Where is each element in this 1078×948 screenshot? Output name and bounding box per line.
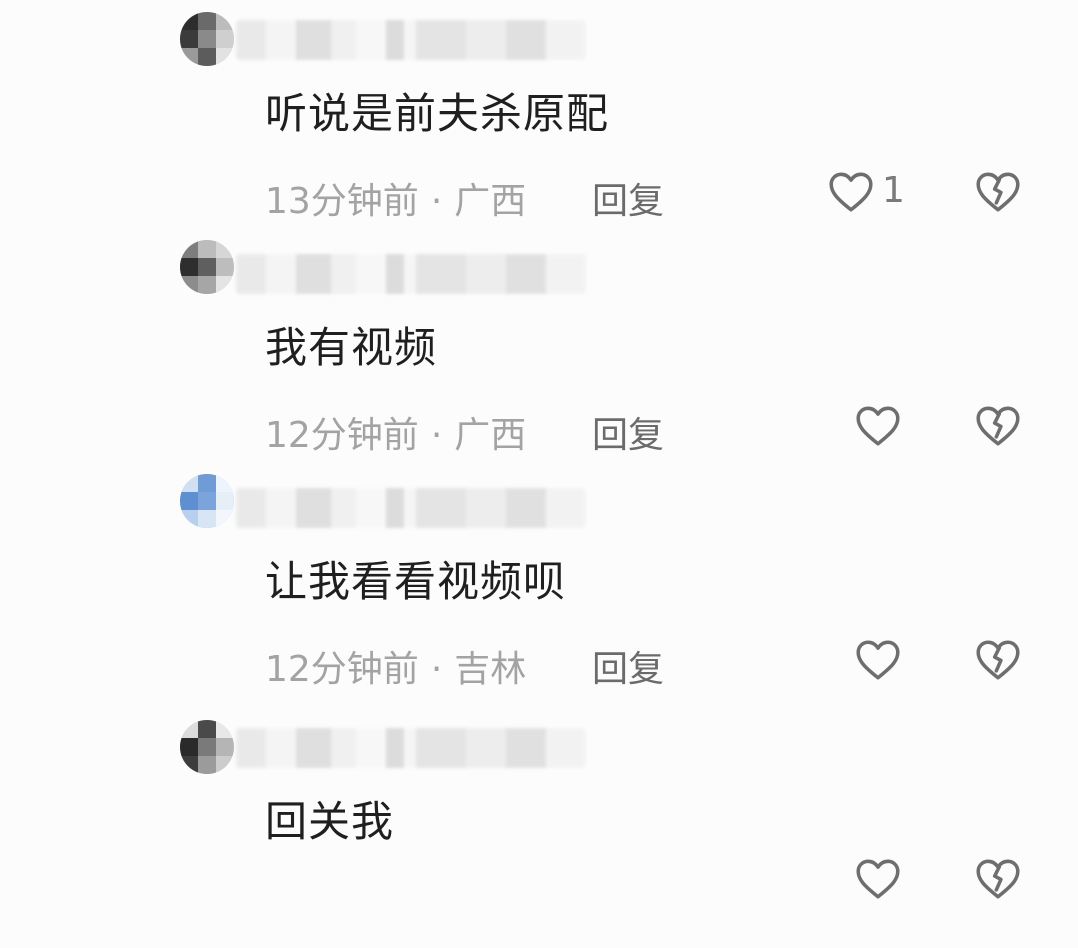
comment-meta: 12分钟前 · 吉林 — [265, 640, 526, 692]
reply-button[interactable]: 回复 — [592, 640, 664, 692]
dislike-button[interactable] — [973, 635, 1023, 685]
separator-dot: · — [430, 181, 443, 222]
heart-outline-icon — [829, 172, 873, 212]
comment-location: 广西 — [454, 415, 527, 456]
dislike-button[interactable] — [973, 854, 1023, 904]
comment-item: 回关我 — [0, 714, 1078, 948]
username-blurred[interactable] — [236, 254, 586, 294]
like-button[interactable] — [826, 167, 876, 217]
comment-item: 让我看看视频呗 12分钟前 · 吉林 回复 — [0, 474, 1078, 714]
comment-location: 吉林 — [454, 649, 527, 690]
comment-text: 让我看看视频呗 — [265, 557, 567, 606]
dislike-button[interactable] — [973, 401, 1023, 451]
comment-text: 回关我 — [265, 797, 395, 846]
comment-time: 13分钟前 — [265, 181, 419, 222]
username-blurred[interactable] — [236, 728, 586, 768]
like-count: 1 — [882, 170, 905, 211]
heart-outline-icon — [856, 406, 900, 446]
like-button[interactable] — [853, 854, 903, 904]
username-blurred[interactable] — [236, 488, 586, 528]
comment-meta: 12分钟前 · 广西 — [265, 406, 526, 458]
heart-outline-icon — [856, 640, 900, 680]
like-button[interactable] — [853, 401, 903, 451]
broken-heart-icon — [976, 859, 1020, 899]
avatar[interactable] — [180, 12, 234, 66]
broken-heart-icon — [976, 640, 1020, 680]
comment-time: 12分钟前 — [265, 649, 419, 690]
comment-time: 12分钟前 — [265, 415, 419, 456]
reply-button[interactable]: 回复 — [592, 172, 664, 224]
heart-outline-icon — [856, 859, 900, 899]
separator-dot: · — [430, 649, 443, 690]
comment-location: 广西 — [454, 181, 527, 222]
username-blurred[interactable] — [236, 20, 586, 60]
avatar[interactable] — [180, 240, 234, 294]
avatar[interactable] — [180, 474, 234, 528]
comment-text: 我有视频 — [265, 323, 438, 372]
comment-text: 听说是前夫杀原配 — [265, 89, 610, 138]
avatar[interactable] — [180, 720, 234, 774]
like-button[interactable] — [853, 635, 903, 685]
reply-button[interactable]: 回复 — [592, 406, 664, 458]
comment-meta: 13分钟前 · 广西 — [265, 172, 526, 224]
dislike-button[interactable] — [973, 167, 1023, 217]
comment-item: 听说是前夫杀原配 13分钟前 · 广西 回复 1 — [0, 12, 1078, 246]
broken-heart-icon — [976, 406, 1020, 446]
broken-heart-icon — [976, 172, 1020, 212]
comment-item: 我有视频 12分钟前 · 广西 回复 — [0, 240, 1078, 480]
separator-dot: · — [430, 415, 443, 456]
